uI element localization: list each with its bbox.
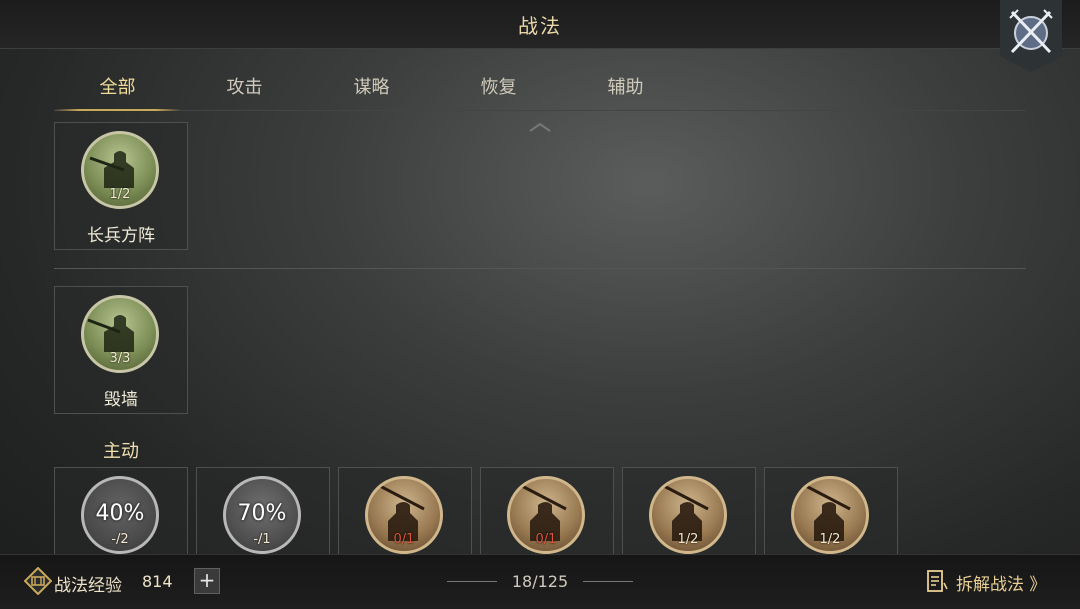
skill-exp-label: 战法经验 — [54, 576, 122, 596]
skill-exp-value: 814 — [142, 572, 173, 591]
skill-progress-percent: 40% — [95, 501, 145, 526]
skill-count: 3/3 — [109, 351, 131, 366]
skill-counter: 18/125 — [511, 572, 569, 591]
skill-count: 1/2 — [819, 532, 841, 547]
skill-medal: 0/1 — [507, 476, 585, 554]
dismantle-icon[interactable] — [926, 569, 948, 593]
tab-all[interactable]: 全部 — [54, 70, 181, 111]
skill-count: -/1 — [253, 532, 271, 547]
tab-attack[interactable]: 攻击 — [181, 70, 308, 110]
top-bar: 战法 — [0, 0, 1080, 49]
collapse-up-icon[interactable] — [528, 122, 552, 132]
skill-medal: 1/2 — [649, 476, 727, 554]
skill-medal: 40% -/2 — [81, 476, 159, 554]
skill-count: 1/2 — [677, 532, 699, 547]
section-divider — [54, 268, 1026, 269]
close-button[interactable] — [1000, 0, 1062, 72]
tab-recovery[interactable]: 恢复 — [435, 70, 562, 110]
skill-name: 毁墙 — [104, 390, 138, 410]
crossed-swords-icon — [1009, 9, 1053, 54]
skill-medal: 3/3 — [81, 295, 159, 373]
skill-exp-icon — [24, 567, 52, 595]
skill-count: -/2 — [111, 532, 129, 547]
category-tabs: 全部 攻击 谋略 恢复 辅助 — [54, 70, 1026, 111]
dismantle-button[interactable]: 拆解战法 》 — [956, 570, 1046, 595]
skill-progress-percent: 70% — [237, 501, 287, 526]
skill-count: 0/1 — [535, 532, 557, 547]
skill-medal: 70% -/1 — [223, 476, 301, 554]
tab-support[interactable]: 辅助 — [562, 70, 689, 110]
skill-medal: 0/1 — [365, 476, 443, 554]
page-title: 战法 — [518, 14, 562, 38]
skill-card[interactable]: 3/3 毁墙 — [54, 286, 188, 414]
skill-medal: 1/2 — [791, 476, 869, 554]
skill-card[interactable]: 1/2 长兵方阵 — [54, 122, 188, 250]
add-exp-button[interactable]: + — [194, 568, 220, 594]
bottom-bar: 战法经验 814 + 18/125 拆解战法 》 — [0, 554, 1080, 609]
tab-strategy[interactable]: 谋略 — [308, 70, 435, 110]
skill-count: 0/1 — [393, 532, 415, 547]
skill-count: 1/2 — [109, 187, 131, 202]
skill-name: 长兵方阵 — [87, 226, 155, 246]
counter-line-right — [583, 581, 633, 582]
skill-medal: 1/2 — [81, 131, 159, 209]
section-label-active: 主动 — [103, 441, 139, 462]
